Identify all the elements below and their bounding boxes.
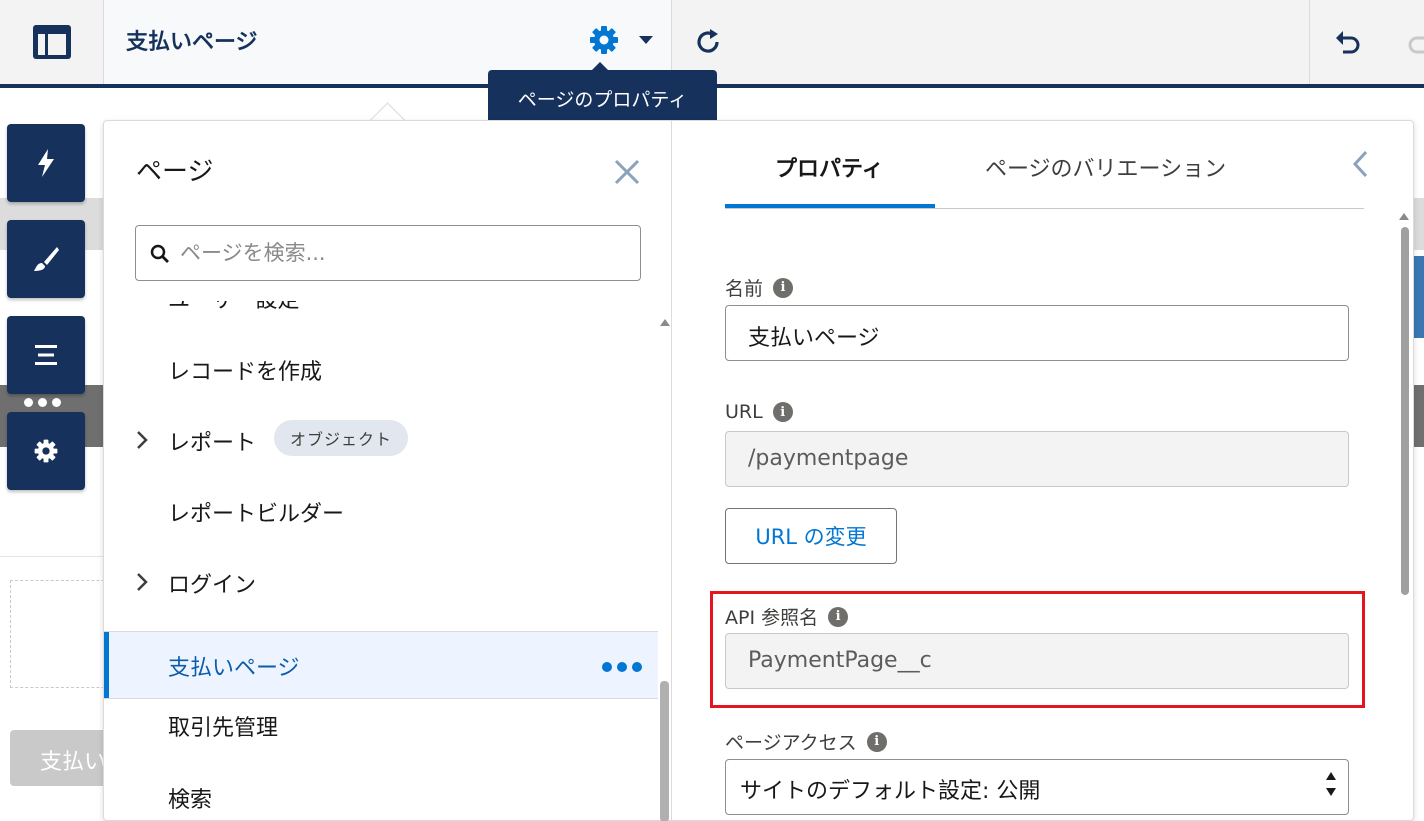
page-search-input[interactable] (180, 234, 620, 272)
more-actions-icon[interactable] (602, 662, 642, 672)
undo-button[interactable] (1330, 22, 1366, 62)
refresh-button[interactable] (688, 22, 728, 62)
page-item-label: ログイン (168, 573, 257, 598)
canvas-side-tab (1414, 256, 1424, 338)
page-item-create-record[interactable]: レコードを作成 (104, 335, 658, 403)
panel-pointer (368, 100, 408, 122)
page-item-label: レポートビルダー (168, 502, 345, 527)
select-arrows-icon (1326, 772, 1336, 796)
layout-icon (32, 25, 71, 59)
props-scroll-up-arrow[interactable] (1399, 213, 1409, 220)
pages-list-column: ページ ユーザー設定 レコードを作成 レポート (104, 121, 672, 821)
properties-tabs: プロパティ ページのバリエーション (725, 121, 1364, 209)
name-input[interactable]: 支払いページ (725, 305, 1349, 361)
page-menu-dropdown[interactable] (634, 28, 658, 52)
page-item-payment[interactable]: 支払いページ (104, 631, 658, 699)
rail-components-button[interactable] (7, 124, 85, 202)
page-item-search[interactable]: 検索 (104, 763, 658, 821)
rail-structure-button[interactable] (7, 316, 85, 394)
chevron-right-icon[interactable] (136, 572, 148, 592)
list-scrollbar[interactable] (660, 681, 669, 821)
name-label-text: 名前 (725, 278, 764, 300)
rail-more-dots (24, 398, 61, 407)
info-icon[interactable]: i (866, 731, 887, 752)
page-properties-button[interactable] (584, 22, 624, 58)
rail-settings-button[interactable] (7, 412, 85, 490)
page-item-login[interactable]: ログイン (104, 548, 658, 616)
canvas-divider (0, 556, 104, 557)
current-page-title: 支払いページ (126, 30, 258, 55)
caret-down-icon (639, 36, 653, 44)
properties-column: プロパティ ページのバリエーション 名前 i 支払いページ URL i /pay… (673, 121, 1414, 821)
tab-properties[interactable]: プロパティ (775, 151, 884, 183)
change-url-button[interactable]: URL の変更 (725, 508, 897, 564)
page-item-user-settings[interactable]: ユーザー設定 (104, 301, 658, 331)
redo-button[interactable] (1402, 22, 1424, 62)
page-list: ユーザー設定 レコードを作成 レポート オブジェクト レポートビルダー ログイン (104, 301, 658, 821)
pages-panel: ページ ユーザー設定 レコードを作成 レポート (103, 120, 1414, 821)
refresh-icon (697, 29, 719, 53)
name-field-label: 名前 i (725, 274, 794, 301)
layout-toggle-button[interactable] (0, 0, 104, 84)
tooltip-arrow (592, 62, 608, 70)
info-icon[interactable]: i (773, 277, 794, 298)
page-item-report[interactable]: レポート オブジェクト (104, 406, 658, 474)
active-tab-indicator (725, 204, 935, 208)
history-controls (1309, 0, 1424, 84)
close-icon (614, 159, 640, 185)
api-name-highlight (710, 591, 1365, 708)
collapse-button[interactable] (1345, 147, 1375, 181)
list-icon (35, 345, 57, 365)
page-item-label: 検索 (168, 788, 213, 813)
url-label-text: URL (725, 401, 763, 423)
brush-icon (34, 247, 59, 271)
undo-icon (1336, 31, 1360, 54)
gear-icon (590, 26, 618, 54)
chevron-left-icon (1352, 150, 1368, 178)
info-icon[interactable]: i (772, 402, 793, 422)
url-input: /paymentpage (725, 431, 1349, 487)
page-item-label: ユーザー設定 (168, 301, 300, 314)
pages-panel-title: ページ (136, 157, 214, 187)
object-badge: オブジェクト (274, 420, 409, 456)
redo-icon (1408, 36, 1424, 54)
page-item-label: レポート (168, 431, 257, 456)
page-access-select[interactable]: サイトのデフォルト設定: 公開 (725, 759, 1349, 815)
gear-icon (34, 439, 58, 463)
rail-theme-button[interactable] (7, 220, 85, 298)
page-item-account-management[interactable]: 取引先管理 (104, 691, 658, 759)
access-label-text: ページアクセス (725, 732, 857, 754)
page-access-value: サイトのデフォルト設定: 公開 (740, 779, 1041, 804)
tab-page-variations[interactable]: ページのバリエーション (985, 151, 1226, 183)
chevron-right-icon[interactable] (136, 430, 148, 450)
page-item-label: 取引先管理 (168, 716, 279, 741)
lightning-icon (38, 149, 54, 177)
props-scrollbar[interactable] (1401, 227, 1409, 595)
page-item-label: レコードを作成 (168, 360, 323, 385)
page-item-report-builder[interactable]: レポートビルダー (104, 477, 658, 545)
page-search-box (135, 225, 641, 281)
page-item-label: 支払いページ (168, 656, 300, 681)
page-access-field-label: ページアクセス i (725, 728, 887, 755)
page-properties-tooltip: ページのプロパティ (488, 70, 717, 126)
search-icon (150, 244, 169, 263)
url-field-label: URL i (725, 401, 793, 423)
list-scroll-up-arrow[interactable] (660, 319, 670, 326)
close-panel-button[interactable] (612, 157, 642, 187)
